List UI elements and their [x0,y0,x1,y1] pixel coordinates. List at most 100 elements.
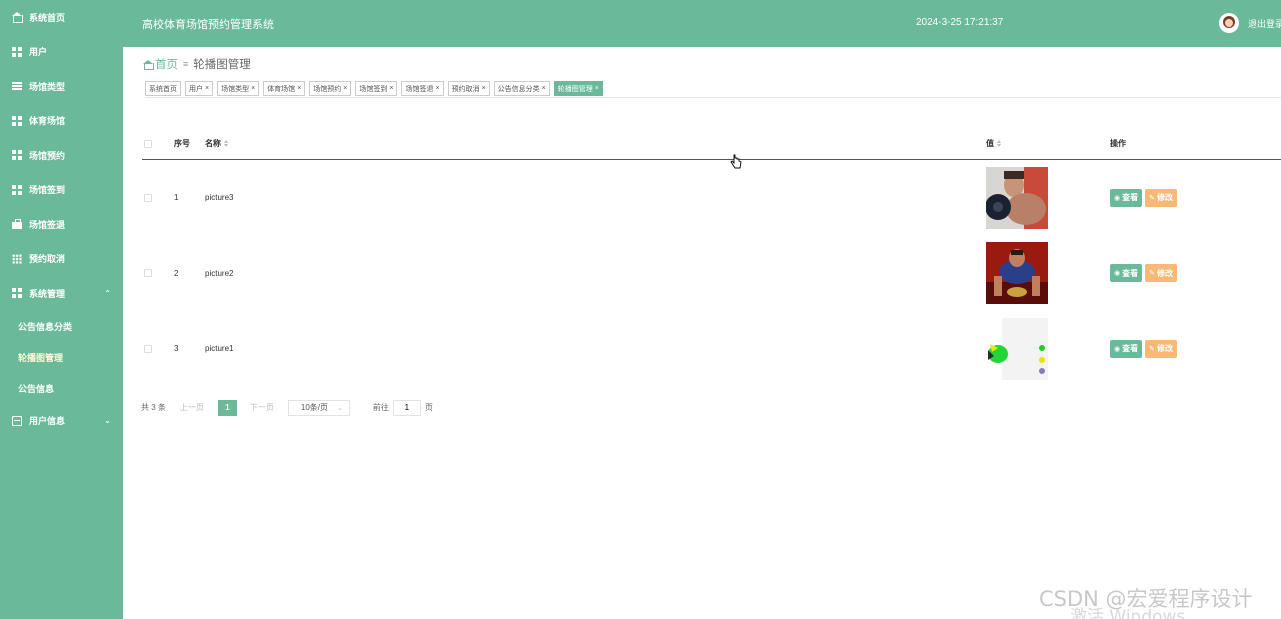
nav-item-checkout[interactable]: 场馆签退 [0,207,123,242]
breadcrumb: 首页 ≡ 轮播图管理 [143,56,251,72]
carousel-image-thumbnail[interactable] [986,317,1048,380]
header-name[interactable]: 名称 [205,127,228,160]
next-page-button[interactable]: 下一页 [250,402,274,413]
tab-tag-label: 场馆类型 [221,85,250,93]
close-icon[interactable]: × [389,85,393,92]
home-icon [12,12,23,24]
header-value-label: 值 [986,139,994,148]
row-index: 2 [174,268,179,278]
nav-label: 场馆签退 [29,219,66,230]
tab-tag[interactable]: 系统首页 [145,81,181,96]
nav-item-users[interactable]: 用户 [0,35,123,70]
edit-button[interactable]: ✎ 修改 [1145,264,1177,283]
close-icon[interactable]: × [205,85,209,92]
nav-item-system[interactable]: 系统管理 ⌃ [0,276,123,311]
breadcrumb-home[interactable]: 首页 [143,56,178,72]
tab-tag[interactable]: 场馆类型 × [217,81,260,96]
row-index: 1 [174,193,179,203]
grid-icon [12,288,22,299]
tab-tag-label: 场馆预约 [313,85,342,93]
edit-icon: ✎ [1149,345,1155,353]
chevron-down-icon: ⌄ [337,404,343,412]
view-button[interactable]: ◉ 查看 [1110,339,1143,358]
breadcrumb-current: 轮播图管理 [193,59,251,71]
table-row: 1 picture3 ◉ 查看 ✎ 修改 [142,160,1281,236]
select-all-checkbox[interactable] [144,139,152,148]
nav-item-venues[interactable]: 体育场馆 [0,104,123,139]
avatar[interactable] [1219,13,1239,33]
row-checkbox[interactable] [144,193,152,202]
logout-link[interactable]: 退出登录 [1248,17,1281,30]
tab-tag[interactable]: 场馆签到 × [355,81,398,96]
carousel-image-thumbnail[interactable] [986,242,1048,305]
nav-item-user-info[interactable]: 用户信息 ⌄ [0,404,123,439]
view-button[interactable]: ◉ 查看 [1110,264,1143,283]
athlete-photo-image [986,166,1048,229]
graphic-illustration-image [986,317,1048,380]
close-icon[interactable]: × [297,85,301,92]
tab-tag[interactable]: 用户 × [185,81,214,96]
page-size-select[interactable]: 10条/页 ⌄ [287,399,350,416]
tab-tag-label: 用户 [189,85,203,93]
view-label: 查看 [1122,193,1139,203]
sidebar: 系统首页 用户 场馆类型 体育场馆 场馆预约 场馆签到 场馆签退 预约取消 系统… [0,0,123,619]
pushup-photo-image [986,242,1048,305]
sub-item-notice-category[interactable]: 公告信息分类 [0,311,123,342]
row-name: picture1 [205,344,234,354]
tab-tag[interactable]: 场馆签退 × [401,81,444,96]
breadcrumb-home-label: 首页 [155,59,178,71]
tab-tag[interactable]: 轮播图管理 × [553,81,603,96]
edit-icon: ✎ [1149,194,1155,202]
tab-tag[interactable]: 场馆预约 × [309,81,352,96]
header-value[interactable]: 值 [986,127,1001,160]
close-icon[interactable]: × [542,85,546,92]
view-button[interactable]: ◉ 查看 [1110,188,1143,207]
nav-item-bookings[interactable]: 场馆预约 [0,138,123,173]
sort-icon[interactable] [224,140,228,147]
prev-page-button[interactable]: 上一页 [180,402,204,413]
table-header: 序号 名称 值 操作 [142,127,1281,160]
row-actions: ◉ 查看 ✎ 修改 [1110,236,1180,312]
tab-tag[interactable]: 公告信息分类 × [493,81,550,96]
nav-label: 系统首页 [29,12,66,23]
main-content: 首页 ≡ 轮播图管理 系统首页 用户 × 场馆类型 × 体育场馆 × 场馆预约 × 场馆签到 × 场馆… [123,47,1281,619]
sub-item-notice[interactable]: 公告信息 [0,373,123,404]
header-name-label: 名称 [205,139,221,148]
tab-tag[interactable]: 预约取消 × [447,81,490,96]
close-icon[interactable]: × [251,85,255,92]
row-actions: ◉ 查看 ✎ 修改 [1110,311,1180,387]
close-icon[interactable]: × [435,85,439,92]
close-icon[interactable]: × [595,85,599,92]
edit-label: 修改 [1156,193,1173,203]
edit-label: 修改 [1156,344,1173,354]
edit-button[interactable]: ✎ 修改 [1145,188,1177,207]
nav-item-home[interactable]: 系统首页 [0,0,123,35]
tab-tag-label: 系统首页 [149,85,177,93]
eye-icon: ◉ [1114,270,1121,278]
row-checkbox-cell [144,311,152,387]
tab-tag-label: 场馆签到 [359,85,388,93]
row-checkbox[interactable] [144,269,152,278]
tags-bar: 系统首页 用户 × 场馆类型 × 体育场馆 × 场馆预约 × 场馆签到 × 场馆签退 × 预约取消 × 公告信… [145,81,1281,98]
sort-icon[interactable] [997,140,1001,147]
page-number-button[interactable]: 1 [217,399,237,416]
goto-prefix: 前往 [372,403,389,412]
carousel-image-thumbnail[interactable] [986,166,1048,229]
nav-item-checkin[interactable]: 场馆签到 [0,173,123,208]
eye-icon: ◉ [1114,345,1121,353]
grid-icon [12,184,22,195]
close-icon[interactable]: × [482,85,486,92]
close-icon[interactable]: × [343,85,347,92]
row-checkbox[interactable] [144,344,152,353]
goto-page-input[interactable] [392,399,421,416]
grid-icon [12,46,22,57]
edit-icon: ✎ [1149,270,1155,278]
nav-item-cancel[interactable]: 预约取消 [0,242,123,277]
nav-item-venue-types[interactable]: 场馆类型 [0,69,123,104]
row-checkbox-cell [144,160,152,236]
tab-tag[interactable]: 体育场馆 × [263,81,306,96]
tab-tag-label: 公告信息分类 [497,85,540,93]
sub-item-carousel[interactable]: 轮播图管理 [0,342,123,373]
breadcrumb-separator: ≡ [183,59,189,69]
edit-button[interactable]: ✎ 修改 [1145,339,1177,358]
